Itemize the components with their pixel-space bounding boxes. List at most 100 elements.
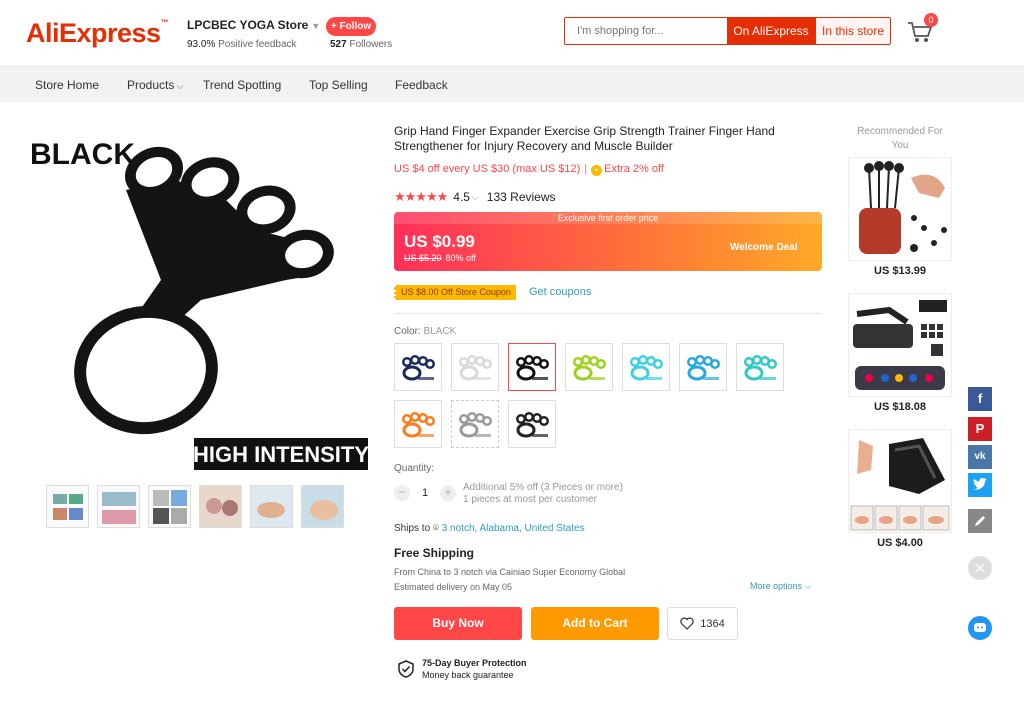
store-coupon[interactable]: US $8.00 Off Store Coupon (394, 285, 516, 300)
reviews-count[interactable]: 133 Reviews (487, 190, 556, 204)
thumbnail[interactable] (301, 485, 344, 528)
search-on-aliexpress-button[interactable]: On AliExpress (727, 18, 815, 44)
thumbnail[interactable] (97, 485, 140, 528)
wishlist-count: 1364 (700, 617, 725, 630)
grip-trainer-thumbnail (459, 412, 492, 438)
grip-trainer-thumbnail (744, 355, 777, 381)
thumbnail[interactable] (148, 485, 191, 528)
recommended-item[interactable]: US $4.00 (848, 429, 952, 549)
store-discount-text: US $4 off every US $30 (max US $12) (394, 163, 581, 175)
recommended-price: US $18.08 (874, 401, 926, 413)
nav-feedback[interactable]: Feedback (395, 78, 448, 92)
grip-trainer-thumbnail (459, 355, 492, 381)
extra-discount-text: Extra 2% off (604, 163, 664, 175)
rating-row[interactable]: ★★★★★ 4.5 ⌵ 133 Reviews (394, 189, 556, 205)
shield-check-icon (398, 660, 414, 678)
chevron-down-icon: ⌵ (804, 581, 812, 591)
free-shipping-label: Free Shipping (394, 546, 475, 560)
nav-top-selling[interactable]: Top Selling (309, 78, 368, 92)
grip-trainer-thumbnail (573, 355, 606, 381)
grip-trainer-thumbnail (402, 355, 435, 381)
location-pin-icon: ⌾ (432, 523, 439, 534)
quantity-increase-button[interactable]: + (440, 485, 456, 501)
recommended-price: US $4.00 (877, 537, 923, 549)
quantity-value[interactable]: 1 (420, 487, 430, 499)
add-to-cart-button[interactable]: Add to Cart (531, 607, 659, 640)
follow-button[interactable]: + Follow (326, 17, 376, 36)
nav-trend-spotting[interactable]: Trend Spotting (203, 78, 281, 92)
grip-trainer-thumbnail (516, 412, 549, 438)
color-swatch-blue[interactable] (679, 343, 727, 391)
store-promo: US $4 off every US $30 (max US $12) | + Ext… (394, 163, 664, 176)
price-box: Exclusive first order price US $0.99 US … (394, 212, 822, 271)
price-banner: Exclusive first order price (394, 212, 822, 224)
nav-store-home[interactable]: Store Home (35, 78, 99, 92)
thumbnail[interactable] (250, 485, 293, 528)
quantity-stepper: − 1 + (394, 485, 456, 501)
store-name[interactable]: LPCBEC YOGA Store ▼ (187, 18, 320, 32)
color-swatch-black-set[interactable] (508, 400, 556, 448)
color-swatch-gray[interactable] (451, 400, 499, 448)
site-header: AliExpress™ LPCBEC YOGA Store ▼ 93.0% Pos… (0, 0, 1024, 66)
nav-products[interactable]: Products ⌵ (127, 78, 183, 92)
product-main-image[interactable]: BLACK HIGH INTENSITY (26, 130, 370, 470)
color-swatch-navy[interactable] (394, 343, 442, 391)
wishlist-button[interactable]: 1364 (667, 607, 738, 640)
recommended-title: Recommended For You (857, 126, 943, 151)
quantity-decrease-button[interactable]: − (394, 485, 410, 501)
buyer-protection: 75-Day Buyer Protection Money back guara… (398, 657, 527, 681)
facebook-share-icon[interactable]: f (968, 387, 992, 411)
quantity-label: Quantity: (394, 463, 435, 474)
more-options-link[interactable]: More options ⌵ (750, 581, 811, 592)
search-in-store-button[interactable]: In this store (815, 18, 890, 44)
quantity-info: Additional 5% off (3 Pieces or more) 1 p… (463, 482, 623, 505)
star-rating-icon: ★★★★★ (394, 189, 448, 204)
cart-count-badge: 0 (924, 13, 938, 27)
welcome-deal-label: Welcome Deal (730, 242, 798, 253)
image-overlay-top: BLACK (30, 138, 135, 171)
pinterest-share-icon[interactable]: P (968, 417, 992, 441)
chevron-down-icon: ⌵ (471, 191, 479, 202)
thumbnail[interactable] (46, 485, 89, 528)
twitter-share-icon[interactable] (968, 473, 992, 497)
color-swatch-cyan[interactable] (622, 343, 670, 391)
close-icon[interactable]: ✕ (968, 556, 992, 580)
color-swatch-orange[interactable] (394, 400, 442, 448)
divider (394, 313, 822, 314)
aliexpress-logo[interactable]: AliExpress™ (26, 18, 169, 49)
ship-location-link[interactable]: 3 notch, Alabama, United States (442, 523, 585, 534)
color-label: Color: BLACK (394, 326, 457, 337)
recommended-item[interactable]: US $18.08 (848, 293, 952, 413)
grip-trainer-thumbnail (402, 412, 435, 438)
store-nav: Store Home Products ⌵ Trend Spotting Top … (0, 66, 1024, 102)
color-swatch-teal[interactable] (736, 343, 784, 391)
image-overlay-bottom: HIGH INTENSITY (193, 442, 369, 467)
recommended-image[interactable] (848, 157, 952, 261)
recommended-image[interactable] (848, 293, 952, 397)
current-price: US $0.99 (404, 232, 475, 251)
color-swatch-white[interactable] (451, 343, 499, 391)
edit-icon[interactable] (968, 509, 992, 533)
color-swatch-green[interactable] (565, 343, 613, 391)
recommended-image[interactable] (848, 429, 952, 533)
get-coupons-link[interactable]: Get coupons (529, 286, 591, 298)
chevron-down-icon: ▼ (311, 21, 321, 31)
chat-icon[interactable] (968, 616, 992, 640)
ships-to-row: Ships to ⌾ 3 notch, Alabama, United Stat… (394, 523, 585, 534)
grip-trainer-thumbnail (630, 355, 663, 381)
color-swatches (394, 343, 804, 448)
original-price: US $5.20 80% off (404, 253, 476, 263)
buy-now-button[interactable]: Buy Now (394, 607, 522, 640)
plus-icon: + (591, 165, 603, 176)
thumbnail[interactable] (199, 485, 242, 528)
recommended-price: US $13.99 (874, 265, 926, 277)
color-swatch-black[interactable] (508, 343, 556, 391)
vk-share-icon[interactable]: vk (968, 445, 992, 469)
grip-trainer-thumbnail (516, 355, 549, 381)
product-title: Grip Hand Finger Expander Exercise Grip … (394, 124, 775, 153)
chevron-down-icon: ⌵ (176, 81, 184, 91)
followers-count: 527 Followers (330, 39, 393, 50)
recommended-item[interactable]: US $13.99 (848, 157, 952, 277)
search-input[interactable] (565, 18, 727, 44)
heart-icon (680, 617, 694, 630)
